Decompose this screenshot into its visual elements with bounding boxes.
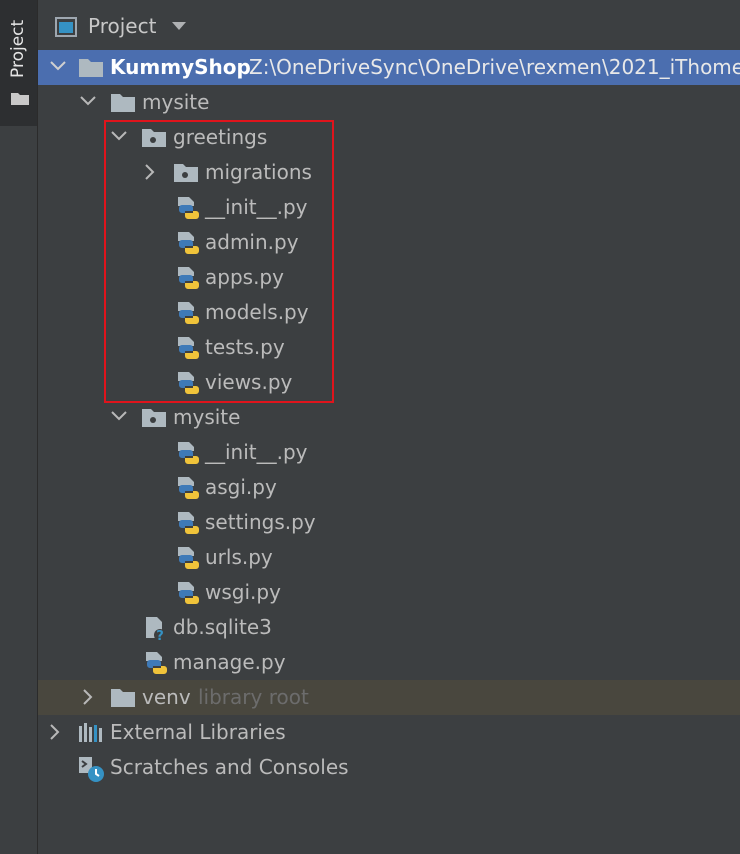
highlight-box (104, 120, 334, 403)
project-view-icon (55, 17, 77, 37)
folder-icon (111, 689, 135, 707)
libraries-icon (79, 723, 102, 742)
scratches-label: Scratches and Consoles (110, 755, 349, 779)
external-libraries-label: External Libraries (110, 720, 286, 744)
tree-node-file[interactable]: manage.py (38, 645, 740, 680)
scratches-icon (79, 757, 104, 782)
project-header: Project (38, 0, 740, 52)
tool-window-stripe: Project (0, 0, 38, 854)
tree-node-external-libraries[interactable]: External Libraries (38, 715, 740, 750)
file-label: asgi.py (205, 475, 277, 499)
tree-node-scratches[interactable]: Scratches and Consoles (38, 750, 740, 785)
chevron-down-icon[interactable] (50, 61, 66, 71)
project-tab-label: Project (8, 19, 28, 78)
python-file-icon (178, 477, 199, 499)
file-label: manage.py (173, 650, 286, 674)
tree-node-mysite-outer[interactable]: mysite (38, 85, 740, 120)
chevron-right-icon[interactable] (50, 724, 60, 740)
file-label: wsgi.py (205, 580, 281, 604)
svg-text:?: ? (156, 629, 164, 642)
folder-label: venv (142, 685, 191, 709)
python-file-icon (178, 582, 199, 604)
python-file-icon (146, 652, 167, 674)
folder-icon (11, 93, 29, 105)
tree-node-root[interactable]: KummyShop Z:\OneDriveSync\OneDrive\rexme… (38, 50, 740, 85)
folder-icon (79, 59, 103, 77)
tree-node-file[interactable]: settings.py (38, 505, 740, 540)
file-label: __init__.py (205, 440, 308, 464)
chevron-down-icon[interactable] (111, 411, 127, 421)
python-file-icon (178, 442, 199, 464)
tree-node-venv[interactable]: venv library root (38, 680, 740, 715)
folder-label: mysite (142, 90, 210, 114)
root-project-path: Z:\OneDriveSync\OneDrive\rexmen\2021_iTh… (249, 55, 740, 79)
chevron-down-icon[interactable] (80, 96, 96, 106)
tree-node-file[interactable]: wsgi.py (38, 575, 740, 610)
python-file-icon (178, 512, 199, 534)
tree-node-file[interactable]: asgi.py (38, 470, 740, 505)
tree-node-file[interactable]: urls.py (38, 540, 740, 575)
tree-node-file[interactable]: __init__.py (38, 435, 740, 470)
folder-icon (111, 94, 135, 112)
package-folder-icon (142, 409, 166, 427)
folder-label: mysite (173, 405, 241, 429)
python-file-icon (178, 547, 199, 569)
chevron-right-icon[interactable] (83, 689, 93, 705)
unknown-file-icon: ? (146, 617, 166, 642)
library-root-hint: library root (198, 685, 309, 709)
file-label: settings.py (205, 510, 316, 534)
project-tool-tab[interactable]: Project (0, 0, 37, 126)
view-selector-dropdown-icon[interactable] (172, 22, 186, 31)
tree-node-mysite-inner[interactable]: mysite (38, 400, 740, 435)
root-project-name: KummyShop (110, 55, 251, 79)
file-label: urls.py (205, 545, 273, 569)
tree-node-file[interactable]: ? db.sqlite3 (38, 610, 740, 645)
project-view-title: Project (88, 14, 157, 38)
file-label: db.sqlite3 (173, 615, 272, 639)
